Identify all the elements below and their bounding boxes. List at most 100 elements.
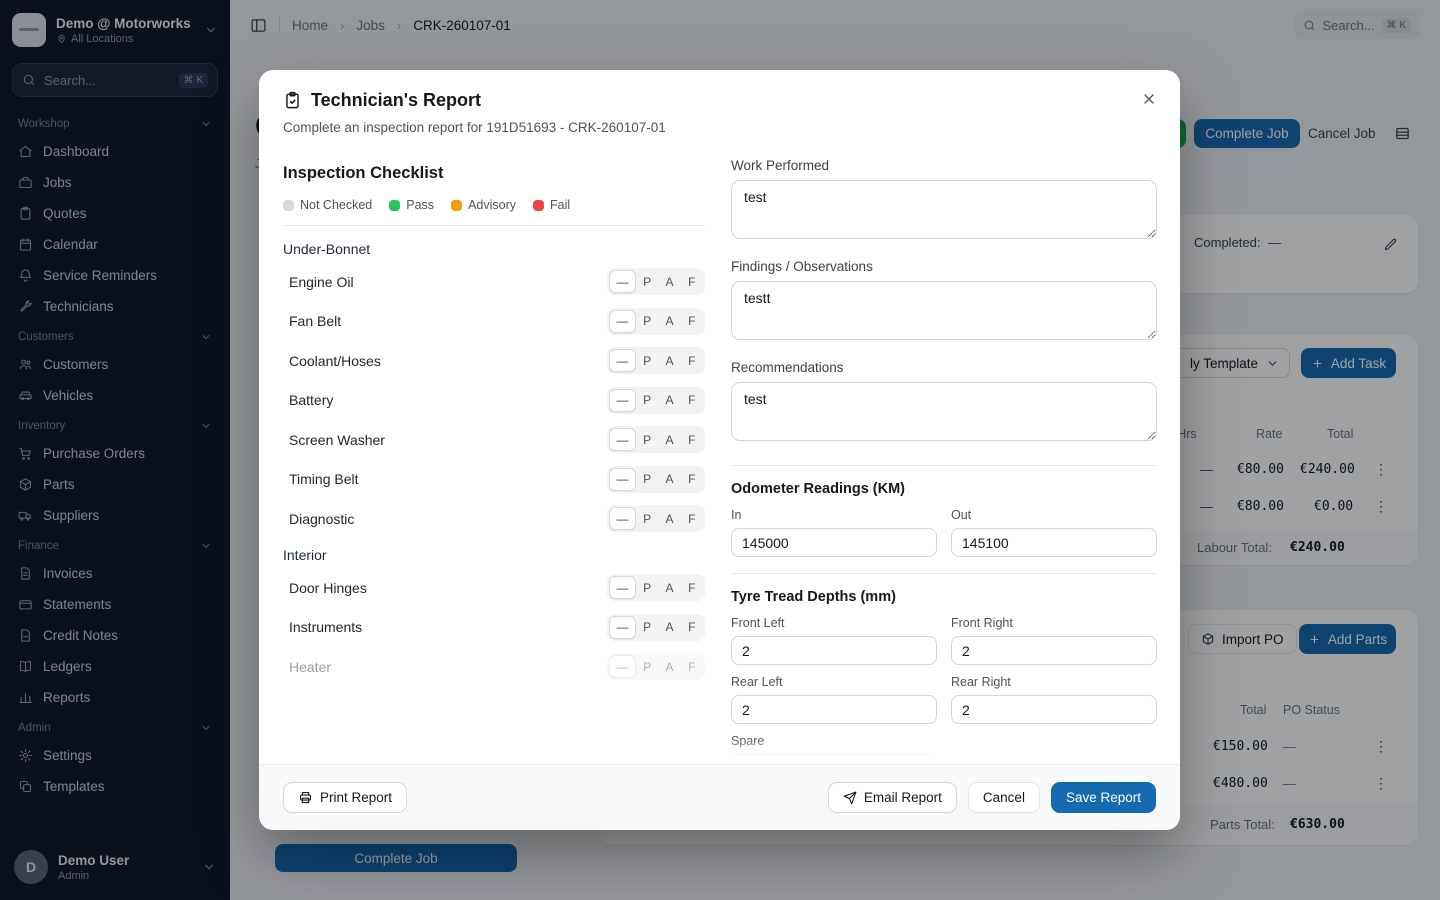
status-advisory-button[interactable]: A [658,389,680,412]
status-segmented-control: — P A F [607,426,705,453]
scroll-fade [259,738,1180,764]
status-pass-button[interactable]: P [636,507,658,530]
status-notchecked-button[interactable]: — [609,389,636,412]
front-right-input[interactable] [951,636,1157,665]
print-report-label: Print Report [320,790,392,805]
status-notchecked-button[interactable]: — [609,507,636,530]
front-right-label: Front Right [951,616,1157,630]
checklist-row: Diagnostic — P A F [283,505,705,532]
fail-dot [533,200,544,211]
work-performed-textarea[interactable]: test [731,180,1157,239]
modal-header: Technician's Report Complete an inspecti… [283,90,1120,135]
status-advisory-button[interactable]: A [658,310,680,333]
status-advisory-button[interactable]: A [658,468,680,491]
status-advisory-button[interactable]: A [658,616,680,639]
status-fail-button[interactable]: F [681,616,703,639]
status-fail-button[interactable]: F [681,389,703,412]
legend-label: Fail [550,198,570,212]
status-fail-button[interactable]: F [681,310,703,333]
status-segmented-control: — P A F [607,466,705,493]
save-report-button[interactable]: Save Report [1051,782,1156,813]
status-pass-button[interactable]: P [636,270,658,293]
status-pass-button[interactable]: P [636,428,658,451]
printer-icon [298,790,313,805]
status-pass-button[interactable]: P [636,616,658,639]
email-report-button[interactable]: Email Report [828,782,957,813]
checklist-row: Coolant/Hoses — P A F [283,347,705,374]
status-advisory-button[interactable]: A [658,428,680,451]
checklist-item-label: Diagnostic [289,511,354,527]
status-pass-button[interactable]: P [636,310,658,333]
rear-left-input[interactable] [731,695,937,724]
tyres-heading: Tyre Tread Depths (mm) [731,589,1157,605]
status-notchecked-button[interactable]: — [609,576,636,599]
status-segmented-control: — P A F [607,387,705,414]
report-fields-panel: Work Performed test Findings / Observati… [731,158,1157,758]
odometer-out-input[interactable] [951,528,1157,557]
status-advisory-button[interactable]: A [658,349,680,372]
checklist-row: Instruments — P A F [283,614,705,641]
status-pass-button[interactable]: P [636,655,658,678]
checklist-row: Fan Belt — P A F [283,308,705,335]
inspection-checklist-panel: Inspection Checklist Not Checked Pass Ad… [283,158,705,688]
status-advisory-button[interactable]: A [658,576,680,599]
status-notchecked-button[interactable]: — [609,655,636,678]
legend-label: Pass [406,198,434,212]
checklist-item-label: Heater [289,659,331,675]
rear-right-label: Rear Right [951,675,1157,689]
cancel-button[interactable]: Cancel [968,782,1040,813]
status-pass-button[interactable]: P [636,468,658,491]
checklist-heading: Inspection Checklist [283,164,705,183]
status-segmented-control: — P A F [607,505,705,532]
recommendations-textarea[interactable]: test [731,382,1157,441]
pass-dot [389,200,400,211]
status-pass-button[interactable]: P [636,389,658,412]
divider [283,225,705,226]
checklist-item-label: Door Hinges [289,580,367,596]
status-notchecked-button[interactable]: — [609,428,636,451]
status-notchecked-button[interactable]: — [609,270,636,293]
status-notchecked-button[interactable]: — [609,310,636,333]
close-icon[interactable] [1138,88,1160,110]
status-fail-button[interactable]: F [681,270,703,293]
status-advisory-button[interactable]: A [658,270,680,293]
status-fail-button[interactable]: F [681,655,703,678]
rear-left-label: Rear Left [731,675,937,689]
technicians-report-modal: Technician's Report Complete an inspecti… [259,70,1180,830]
front-left-input[interactable] [731,636,937,665]
send-icon [843,791,857,805]
status-pass-button[interactable]: P [636,576,658,599]
advisory-dot [451,200,462,211]
not-checked-dot [283,200,294,211]
status-advisory-button[interactable]: A [658,507,680,530]
recommendations-label: Recommendations [731,360,1157,375]
checklist-item-label: Screen Washer [289,432,385,448]
status-segmented-control: — P A F [607,574,705,601]
modal-subtitle: Complete an inspection report for 191D51… [283,120,1120,135]
status-notchecked-button[interactable]: — [609,468,636,491]
findings-textarea[interactable]: testt [731,281,1157,340]
status-fail-button[interactable]: F [681,428,703,451]
status-pass-button[interactable]: P [636,349,658,372]
checklist-row: Engine Oil — P A F [283,268,705,295]
status-notchecked-button[interactable]: — [609,616,636,639]
group-heading-interior: Interior [283,547,705,563]
checklist-row: Door Hinges — P A F [283,574,705,601]
status-segmented-control: — P A F [607,268,705,295]
work-performed-label: Work Performed [731,158,1157,173]
rear-right-input[interactable] [951,695,1157,724]
status-notchecked-button[interactable]: — [609,349,636,372]
findings-label: Findings / Observations [731,259,1157,274]
checklist-row: Timing Belt — P A F [283,466,705,493]
checklist-row: Heater — P A F [283,653,705,680]
status-fail-button[interactable]: F [681,507,703,530]
status-advisory-button[interactable]: A [658,655,680,678]
email-report-label: Email Report [864,790,942,805]
print-report-button[interactable]: Print Report [283,782,407,813]
modal-title: Technician's Report [311,90,481,111]
status-fail-button[interactable]: F [681,349,703,372]
status-fail-button[interactable]: F [681,576,703,599]
status-fail-button[interactable]: F [681,468,703,491]
odometer-in-input[interactable] [731,528,937,557]
status-segmented-control: — P A F [607,347,705,374]
